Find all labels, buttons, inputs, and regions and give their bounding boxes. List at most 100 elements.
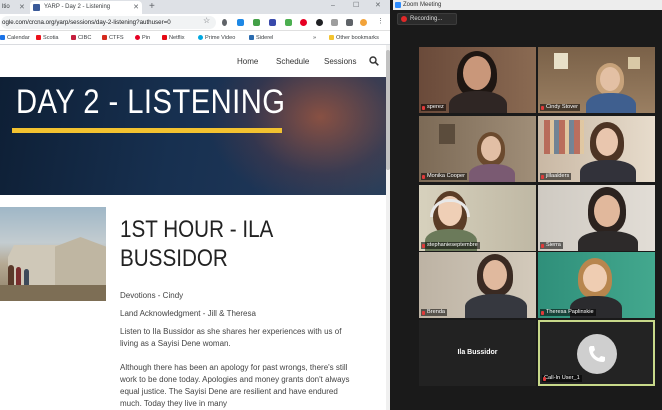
participant-name: Sierra: [540, 242, 563, 249]
bookmark-other-folder[interactable]: Other bookmarks: [329, 34, 379, 42]
participant-tile-no-video[interactable]: Ila Bussidor: [419, 320, 536, 386]
zoom-window-title: Zoom Meeting: [403, 2, 442, 8]
tab-previous[interactable]: ltio ✕: [0, 1, 30, 14]
url-field[interactable]: ogle.com/crcna.org/yarp/sessions/day-2-l…: [1, 16, 216, 29]
participant-name: Brenda: [421, 309, 448, 316]
title-underline-bar: [12, 128, 282, 133]
siderel-icon: [249, 34, 254, 40]
hero-banner: DAY 2 - LISTENING: [0, 77, 386, 195]
participant-tile[interactable]: jillaalders: [538, 116, 655, 182]
participant-body: [469, 164, 515, 182]
search-icon[interactable]: [369, 56, 379, 66]
participant-tile-active-speaker[interactable]: Call-In User_1: [538, 320, 655, 386]
participant-name: Ila Bussidor: [457, 349, 498, 356]
extension-icon[interactable]: [331, 19, 338, 26]
site-navigation: Home Schedule Sessions: [0, 45, 390, 77]
pinterest-icon: [135, 34, 140, 40]
nav-home-link[interactable]: Home: [237, 57, 258, 66]
desktop-screen: ltio ✕ YARP - Day 2 - Listening ✕ + – ☐ …: [0, 0, 662, 410]
intro-paragraph: Listen to Ila Bussidor as she shares her…: [120, 327, 342, 348]
participant-tile[interactable]: sperez: [419, 47, 536, 113]
devotions-text: Devotions - Cindy: [120, 291, 184, 300]
participant-body: [449, 91, 507, 113]
bookmark-netflix[interactable]: Netflix: [162, 34, 185, 42]
extensions-puzzle-icon[interactable]: [346, 19, 353, 26]
extension-icon[interactable]: [253, 19, 260, 26]
participant-face: [596, 128, 618, 156]
photo-person-shape: [16, 267, 21, 287]
extension-icon[interactable]: [269, 19, 276, 26]
bookmark-siderel[interactable]: Siderel: [249, 34, 273, 42]
participant-tile[interactable]: Sierra: [538, 185, 655, 251]
extension-icon[interactable]: [316, 19, 323, 26]
participant-name: sperez: [421, 104, 446, 111]
participant-name: Monika Cooper: [421, 173, 467, 180]
scotia-icon: [36, 34, 41, 40]
participant-name: jillaalders: [540, 173, 572, 180]
participant-name: Cindy Stover: [540, 104, 581, 111]
participant-face: [594, 195, 620, 227]
bookmark-pin[interactable]: Pin: [135, 34, 150, 42]
participant-tile[interactable]: Monika Cooper: [419, 116, 536, 182]
tab-close-icon[interactable]: ✕: [19, 1, 25, 14]
calendar-icon: [0, 34, 5, 40]
microphone-icon[interactable]: [222, 19, 227, 26]
nav-sessions-link[interactable]: Sessions: [324, 57, 356, 66]
photo-ground: [0, 285, 106, 301]
participant-tile[interactable]: Brenda: [419, 252, 536, 318]
cibc-icon: [71, 34, 76, 40]
ctfs-icon: [102, 34, 107, 40]
folder-icon: [329, 34, 334, 40]
phone-icon: [589, 346, 605, 362]
tab-close-icon[interactable]: ✕: [133, 1, 139, 14]
participant-face: [481, 136, 501, 161]
participant-name: Theresa Paplinskie: [540, 309, 596, 316]
extension-icon[interactable]: [237, 19, 244, 26]
participant-body: [586, 93, 636, 113]
wall-frame: [628, 57, 640, 69]
participant-face: [463, 56, 491, 90]
photo-person-shape: [8, 265, 14, 287]
bookmark-star-icon[interactable]: ☆: [203, 16, 210, 25]
wall-picture: [439, 124, 455, 144]
maximize-icon[interactable]: ☐: [353, 0, 359, 12]
bookmark-scotia[interactable]: Scotia: [36, 34, 59, 42]
participant-tile[interactable]: Cindy Stover: [538, 47, 655, 113]
session-photo: [0, 207, 106, 301]
zoom-titlebar: Zoom Meeting: [393, 0, 662, 10]
body-paragraph: Although there has been an apology for p…: [120, 363, 350, 408]
zoom-logo-icon: [395, 2, 401, 8]
bookmarks-more-icon[interactable]: »: [313, 34, 316, 42]
close-window-icon[interactable]: ✕: [375, 0, 381, 12]
participant-tile[interactable]: Theresa Paplinskie: [538, 252, 655, 318]
tab-active[interactable]: YARP - Day 2 - Listening ✕: [30, 1, 142, 14]
tab-label: ltio: [2, 4, 10, 10]
nav-schedule-link[interactable]: Schedule: [276, 57, 309, 66]
extension-icon[interactable]: [285, 19, 292, 26]
page-title: DAY 2 - LISTENING: [16, 83, 286, 121]
menu-dots-icon[interactable]: ⋮: [377, 18, 384, 25]
participant-face: [583, 264, 607, 292]
browser-window: ltio ✕ YARP - Day 2 - Listening ✕ + – ☐ …: [0, 0, 390, 410]
bookmark-cibc[interactable]: CIBC: [71, 34, 91, 42]
recording-indicator[interactable]: Recording...: [397, 13, 457, 25]
scrollbar-thumb[interactable]: [386, 50, 390, 170]
participant-name: stephanieseptembre: [421, 242, 480, 249]
pinterest-extension-icon[interactable]: [300, 19, 307, 26]
participant-body: [580, 160, 636, 182]
session-content: 1ST HOUR - ILA BUSSIDOR Devotions - Cind…: [0, 195, 386, 410]
bookmark-calendar[interactable]: Calendar: [0, 34, 30, 42]
minimize-icon[interactable]: –: [331, 0, 335, 12]
bookmark-ctfs[interactable]: CTFS: [102, 34, 124, 42]
participant-face: [600, 67, 620, 91]
wall-frame: [554, 53, 568, 69]
participant-tile[interactable]: stephanieseptembre: [419, 185, 536, 251]
prime-video-icon: [198, 34, 203, 40]
bookmark-prime-video[interactable]: Prime Video: [198, 34, 235, 42]
profile-avatar-icon[interactable]: [360, 19, 367, 26]
phone-call-avatar: [577, 334, 617, 374]
bookmarks-bar: Calendar Scotia CIBC CTFS Pin Netflix Pr…: [0, 31, 390, 45]
new-tab-button[interactable]: +: [149, 0, 155, 13]
photo-wall: [544, 120, 584, 154]
land-acknowledgment-text: Land Acknowledgment - Jill & Theresa: [120, 309, 256, 318]
